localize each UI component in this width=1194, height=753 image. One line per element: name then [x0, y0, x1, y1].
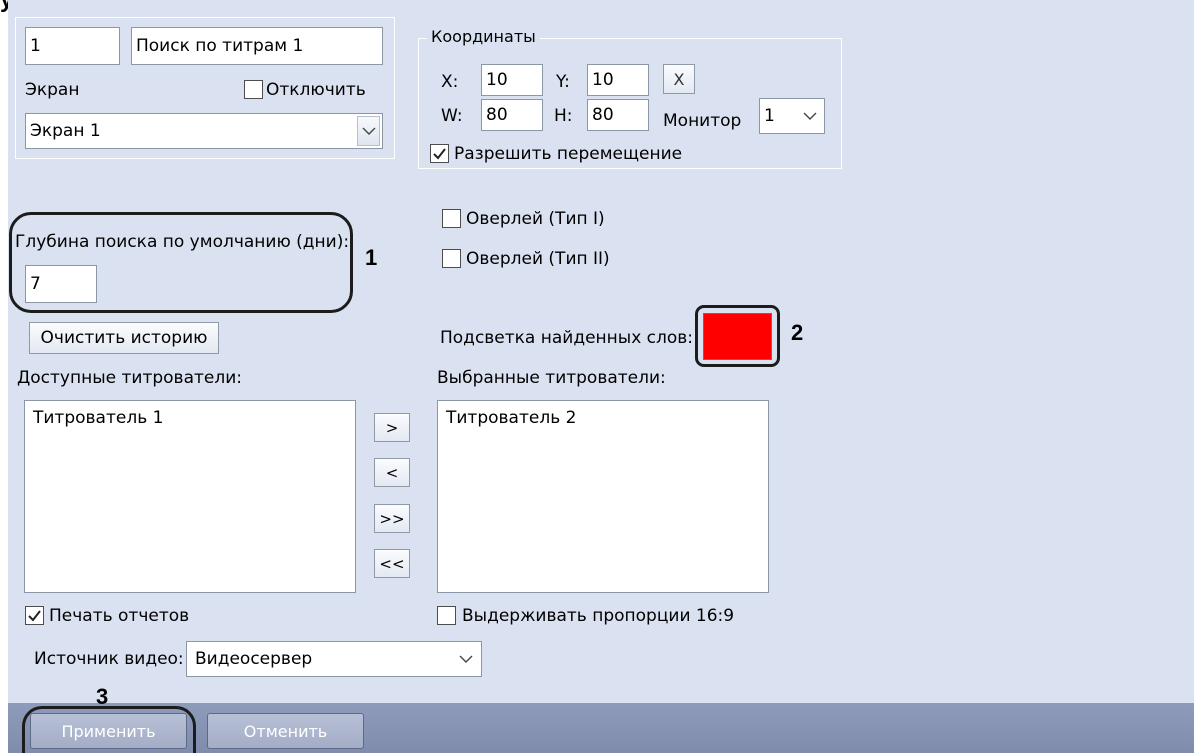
cancel-button[interactable]: Отменить [207, 713, 364, 749]
camera-id-field[interactable]: 1 [25, 27, 120, 65]
print-reports-checkbox[interactable] [25, 606, 44, 625]
annotation-box-2 [695, 305, 780, 367]
overlay-type2-checkbox[interactable] [442, 249, 461, 268]
annotation-box-1 [9, 212, 353, 313]
camera-name-field[interactable]: Поиск по титрам 1 [131, 27, 383, 65]
y-field[interactable]: 10 [587, 64, 649, 96]
allow-move-label: Разрешить перемещение [454, 144, 683, 164]
screen-select-value: Экран 1 [30, 120, 101, 141]
print-reports-label: Печать отчетов [49, 606, 190, 626]
clear-history-button[interactable]: Очистить историю [29, 322, 219, 354]
screen-select[interactable]: Экран 1 [25, 113, 383, 149]
w-label: W: [441, 106, 463, 126]
check-icon [28, 610, 41, 622]
monitor-chevron-down-icon [803, 112, 817, 120]
annotation-number-2: 2 [791, 320, 804, 345]
video-source-label: Источник видео: [34, 649, 184, 669]
cancel-label: Отменить [243, 721, 328, 741]
monitor-select-value: 1 [764, 105, 775, 126]
move-all-right-button[interactable]: >> [374, 504, 410, 533]
disable-checkbox[interactable] [244, 80, 263, 99]
monitor-label: Монитор [663, 111, 742, 131]
reset-icon: X [673, 69, 685, 89]
annotation-number-1: 1 [365, 245, 378, 270]
annotation-box-3 [22, 706, 196, 753]
highlight-label: Подсветка найденных слов: [440, 328, 694, 348]
move-left-label: < [385, 463, 399, 482]
x-label: X: [441, 72, 459, 92]
move-right-label: > [385, 418, 399, 437]
move-all-left-label: << [379, 554, 405, 573]
disable-label: Отключить [266, 80, 366, 100]
list-item[interactable]: Титрователь 1 [25, 401, 355, 427]
check-icon [433, 148, 446, 160]
clear-history-label: Очистить историю [40, 328, 208, 348]
keep-ratio-label: Выдерживать пропорции 16:9 [462, 606, 735, 626]
selected-titlers-label: Выбранные титрователи: [437, 368, 666, 388]
annotation-number-3: 3 [96, 684, 109, 709]
h-label: H: [554, 106, 573, 126]
screen-label: Экран [25, 80, 80, 100]
move-left-button[interactable]: < [374, 458, 410, 487]
move-right-button[interactable]: > [374, 413, 410, 442]
overlay-type1-checkbox[interactable] [442, 209, 461, 228]
move-all-left-button[interactable]: << [374, 549, 410, 578]
overlay-type1-label: Оверлей (Тип I) [466, 209, 605, 229]
video-source-select[interactable]: Видеосервер [186, 641, 482, 677]
reset-coordinates-button[interactable]: X [663, 64, 695, 94]
allow-move-checkbox[interactable] [430, 144, 449, 163]
y-label: Y: [556, 72, 570, 92]
available-titlers-label: Доступные титрователи: [17, 368, 242, 388]
move-all-right-label: >> [379, 509, 405, 528]
coordinates-legend: Координаты [427, 29, 540, 45]
selected-titlers-list[interactable]: Титрователь 2 [437, 400, 769, 593]
video-source-value: Видеосервер [195, 648, 313, 669]
available-titlers-list[interactable]: Титрователь 1 [24, 400, 356, 593]
w-field[interactable]: 80 [481, 99, 543, 131]
chevron-down-icon[interactable] [357, 116, 380, 146]
overlay-type2-label: Оверлей (Тип II) [466, 249, 610, 269]
x-field[interactable]: 10 [481, 64, 543, 96]
keep-ratio-checkbox[interactable] [437, 606, 456, 625]
video-source-chevron-down-icon [459, 655, 473, 663]
list-item[interactable]: Титрователь 2 [438, 401, 768, 427]
h-field[interactable]: 80 [587, 99, 649, 131]
